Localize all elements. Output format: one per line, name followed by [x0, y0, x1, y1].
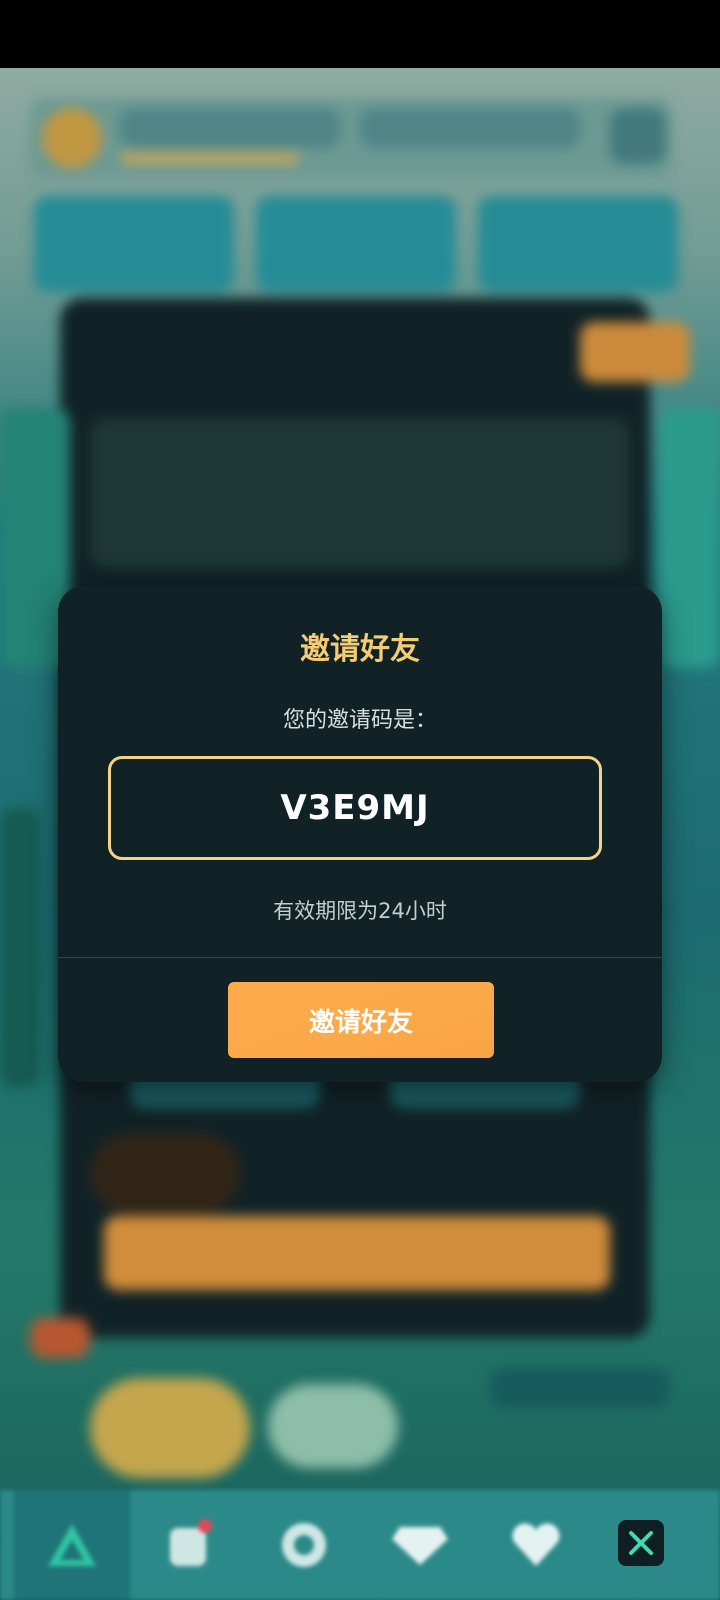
nav-item-favorites[interactable]: [478, 1490, 594, 1600]
nav-item-gem[interactable]: [362, 1490, 478, 1600]
validity-note: 有效期限为24小时: [273, 899, 447, 923]
nav-item-home[interactable]: [14, 1490, 130, 1600]
close-button[interactable]: [618, 1520, 664, 1566]
screen: 邀请好友 您的邀请码是： V3E9MJ 有效期限为24小时 邀请好友: [0, 0, 720, 1600]
invite-friend-dialog: 邀请好友 您的邀请码是： V3E9MJ 有效期限为24小时 邀请好友: [58, 586, 662, 1082]
bottom-nav: [0, 1490, 720, 1600]
invite-code-label: 您的邀请码是：: [282, 708, 437, 733]
invite-code-box[interactable]: V3E9MJ: [108, 756, 602, 860]
invite-code[interactable]: V3E9MJ: [280, 788, 429, 828]
invite-friend-button[interactable]: 邀请好友: [228, 982, 494, 1058]
heart-icon: [512, 1523, 560, 1566]
nav-item-settings[interactable]: [246, 1490, 362, 1600]
pyramid-icon: [48, 1524, 96, 1566]
close-icon: [629, 1531, 653, 1555]
dialog-divider: [58, 957, 662, 958]
hero-icon: [170, 1519, 212, 1566]
dialog-title: 邀请好友: [300, 632, 420, 667]
gear-icon: [282, 1523, 326, 1567]
nav-item-hero[interactable]: [130, 1490, 246, 1600]
gem-icon: [392, 1527, 448, 1565]
